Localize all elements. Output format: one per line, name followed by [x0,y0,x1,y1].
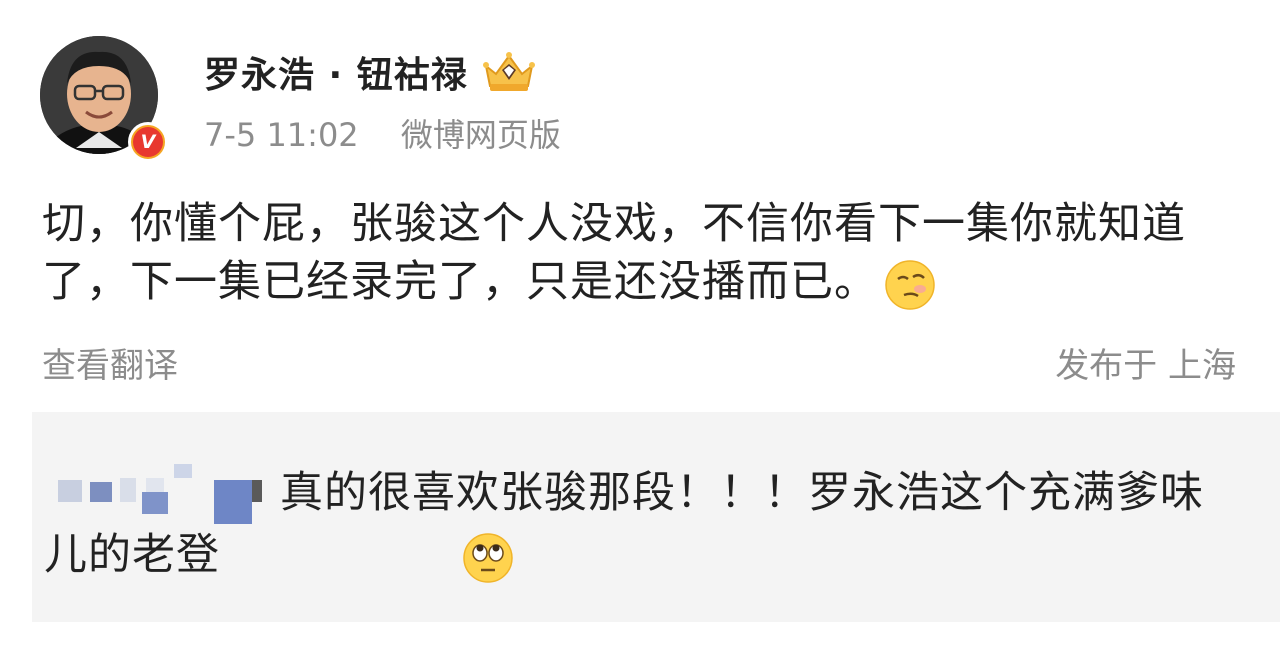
weibo-post: V 罗永浩 · 钮祜禄 7-5 11:02 微博网页版 切，你懂个屁，张骏这个人… [0,0,1280,412]
eye-roll-emoji-icon [226,532,513,584]
post-timestamp: 7-5 11:02 [204,116,359,154]
avatar-container[interactable]: V [40,36,168,162]
smirk-emoji-icon [884,259,936,311]
crown-vip-icon[interactable] [480,50,538,94]
post-text: 切，你懂个屁，张骏这个人没戏，不信你看下一集你就知道了，下一集已经录完了，只是还… [42,199,1186,307]
comment-text: 真的很喜欢张骏那段！！！罗永浩这个充满爹味儿的老登 [44,468,1204,580]
verified-badge-icon: V [128,122,168,162]
username[interactable]: 罗永浩 · 钮祜禄 [204,46,468,98]
post-source: 微博网页版 [400,116,561,154]
translate-link[interactable]: 查看翻译 [42,338,178,387]
bottom-spacer [0,622,1280,667]
post-content: 切，你懂个屁，张骏这个人没戏，不信你看下一集你就知道了，下一集已经录完了，只是还… [42,195,1242,311]
post-location: 发布于 上海 [1055,346,1236,386]
username-row: 罗永浩 · 钮祜禄 [204,46,538,98]
verified-badge-label: V [133,127,163,157]
comment-area: 真的很喜欢张骏那段！！！罗永浩这个充满爹味儿的老登 [32,412,1280,622]
comment-text-block: 真的很喜欢张骏那段！！！罗永浩这个充满爹味儿的老登 [44,462,1244,586]
post-meta: 7-5 11:02 微博网页版 [204,110,561,156]
